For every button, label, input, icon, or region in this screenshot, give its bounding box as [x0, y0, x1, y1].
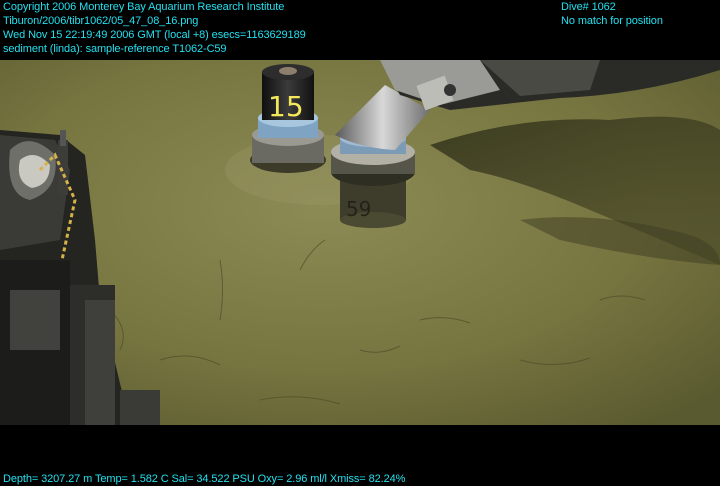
overlay-top-right: Dive# 1062 No match for position — [561, 0, 663, 28]
seafloor-image: 15 59 — [0, 60, 720, 425]
position-status: No match for position — [561, 15, 663, 27]
core-right-label: 59 — [346, 197, 371, 221]
sample-reference-line: sediment (linda): sample-reference T1062… — [3, 43, 227, 55]
overlay-top-left: Copyright 2006 Monterey Bay Aquarium Res… — [3, 0, 306, 56]
copyright-line: Copyright 2006 Monterey Bay Aquarium Res… — [3, 1, 285, 13]
timestamp-line: Wed Nov 15 22:19:49 2006 GMT (local +8) … — [3, 29, 306, 41]
seafloor-scene: 15 59 — [0, 60, 720, 425]
sensor-readout: Depth= 3207.27 m Temp= 1.582 C Sal= 34.5… — [3, 473, 406, 485]
core-left-label: 15 — [268, 90, 304, 123]
dive-number: Dive# 1062 — [561, 1, 616, 13]
file-path-line: Tiburon/2006/tibr1062/05_47_08_16.png — [3, 15, 199, 27]
video-frame: 15 59 Copyright 2006 Monterey Bay Aquari… — [0, 0, 720, 486]
